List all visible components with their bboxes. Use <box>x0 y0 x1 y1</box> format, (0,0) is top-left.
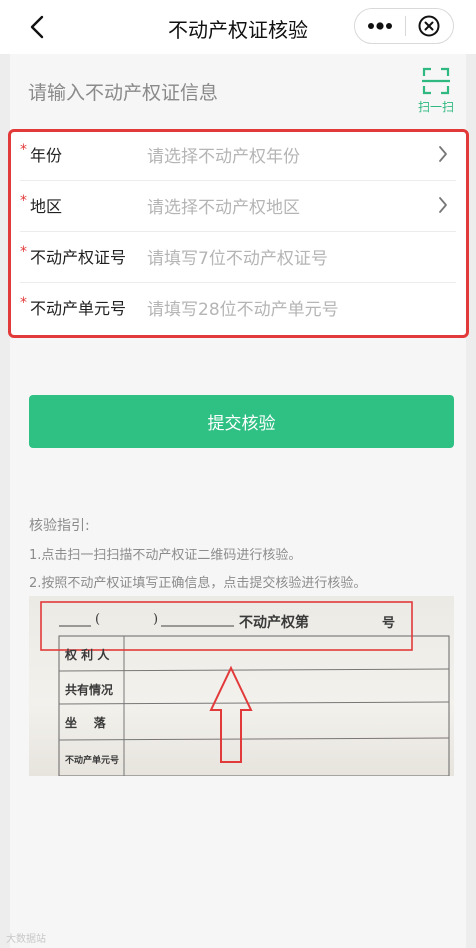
form-row-unit-number: * 不动产单元号 请填写28位不动产单元号 <box>10 283 466 334</box>
required-mark: * <box>20 295 27 311</box>
field-label-region: 地区 <box>30 197 63 216</box>
form-row-year[interactable]: * 年份 请选择不动产权年份 <box>10 130 466 181</box>
watermark: 大数据站 <box>6 934 46 945</box>
cert-number-input[interactable]: 请填写7位不动产权证号 <box>147 244 328 269</box>
required-mark: * <box>20 142 27 158</box>
unit-number-input[interactable]: 请填写28位不动产单元号 <box>147 295 339 320</box>
back-button[interactable] <box>26 12 48 42</box>
chevron-right-icon <box>439 197 447 213</box>
cert-header-open: ( <box>95 612 101 627</box>
close-circle-icon <box>418 15 440 37</box>
cert-row-label: 不动产单元号 <box>65 756 120 766</box>
more-dots-icon <box>367 22 392 30</box>
year-select[interactable]: 请选择不动产权年份 <box>147 142 300 167</box>
close-button[interactable] <box>405 9 453 43</box>
region-select[interactable]: 请选择不动产权地区 <box>147 193 300 218</box>
required-mark: * <box>20 193 27 209</box>
info-prompt: 请输入不动产权证信息 <box>28 82 219 104</box>
cert-row-label: 坐 落 <box>65 716 106 730</box>
cert-header-text: 不动产权第 <box>239 615 309 631</box>
certificate-sample-image: ( ) 不动产权第 号 权 利 人 共有情况 坐 落 不动产单元号 <box>29 596 454 776</box>
field-label-year: 年份 <box>30 146 63 165</box>
cert-row-label: 共有情况 <box>65 683 114 697</box>
form-row-region[interactable]: * 地区 请选择不动产权地区 <box>10 181 466 232</box>
submit-button[interactable]: 提交核验 <box>29 395 454 448</box>
guide-title: 核验指引: <box>29 518 90 534</box>
chevron-right-icon <box>439 146 447 162</box>
nav-bar: 不动产权证核验 <box>0 0 476 54</box>
info-row: 请输入不动产权证信息 扫一扫 <box>10 54 466 126</box>
field-label-cert-number: 不动产权证号 <box>30 248 127 267</box>
cert-row-label: 权 利 人 <box>65 648 110 662</box>
guide-step: 2.按照不动产权证填写正确信息，点击提交核验进行核验。 <box>29 576 367 591</box>
scan-label: 扫一扫 <box>417 100 454 114</box>
chevron-left-icon <box>30 15 44 39</box>
more-button[interactable] <box>355 9 405 43</box>
required-mark: * <box>20 244 27 260</box>
cert-header-suffix: 号 <box>382 616 396 631</box>
cert-header-close: ) <box>153 612 159 627</box>
field-label-unit-number: 不动产单元号 <box>30 299 127 318</box>
form-row-cert-number: * 不动产权证号 请填写7位不动产权证号 <box>10 232 466 283</box>
guide-step: 1.点击扫一扫扫描不动产权证二维码进行核验。 <box>29 548 302 563</box>
mini-program-capsule <box>354 8 454 44</box>
scan-button[interactable]: 扫一扫 <box>416 66 456 114</box>
scan-icon <box>422 67 450 95</box>
certificate-form: * 年份 请选择不动产权年份 * 地区 请选择不动产权地区 * 不动产权证号 请… <box>10 130 466 336</box>
